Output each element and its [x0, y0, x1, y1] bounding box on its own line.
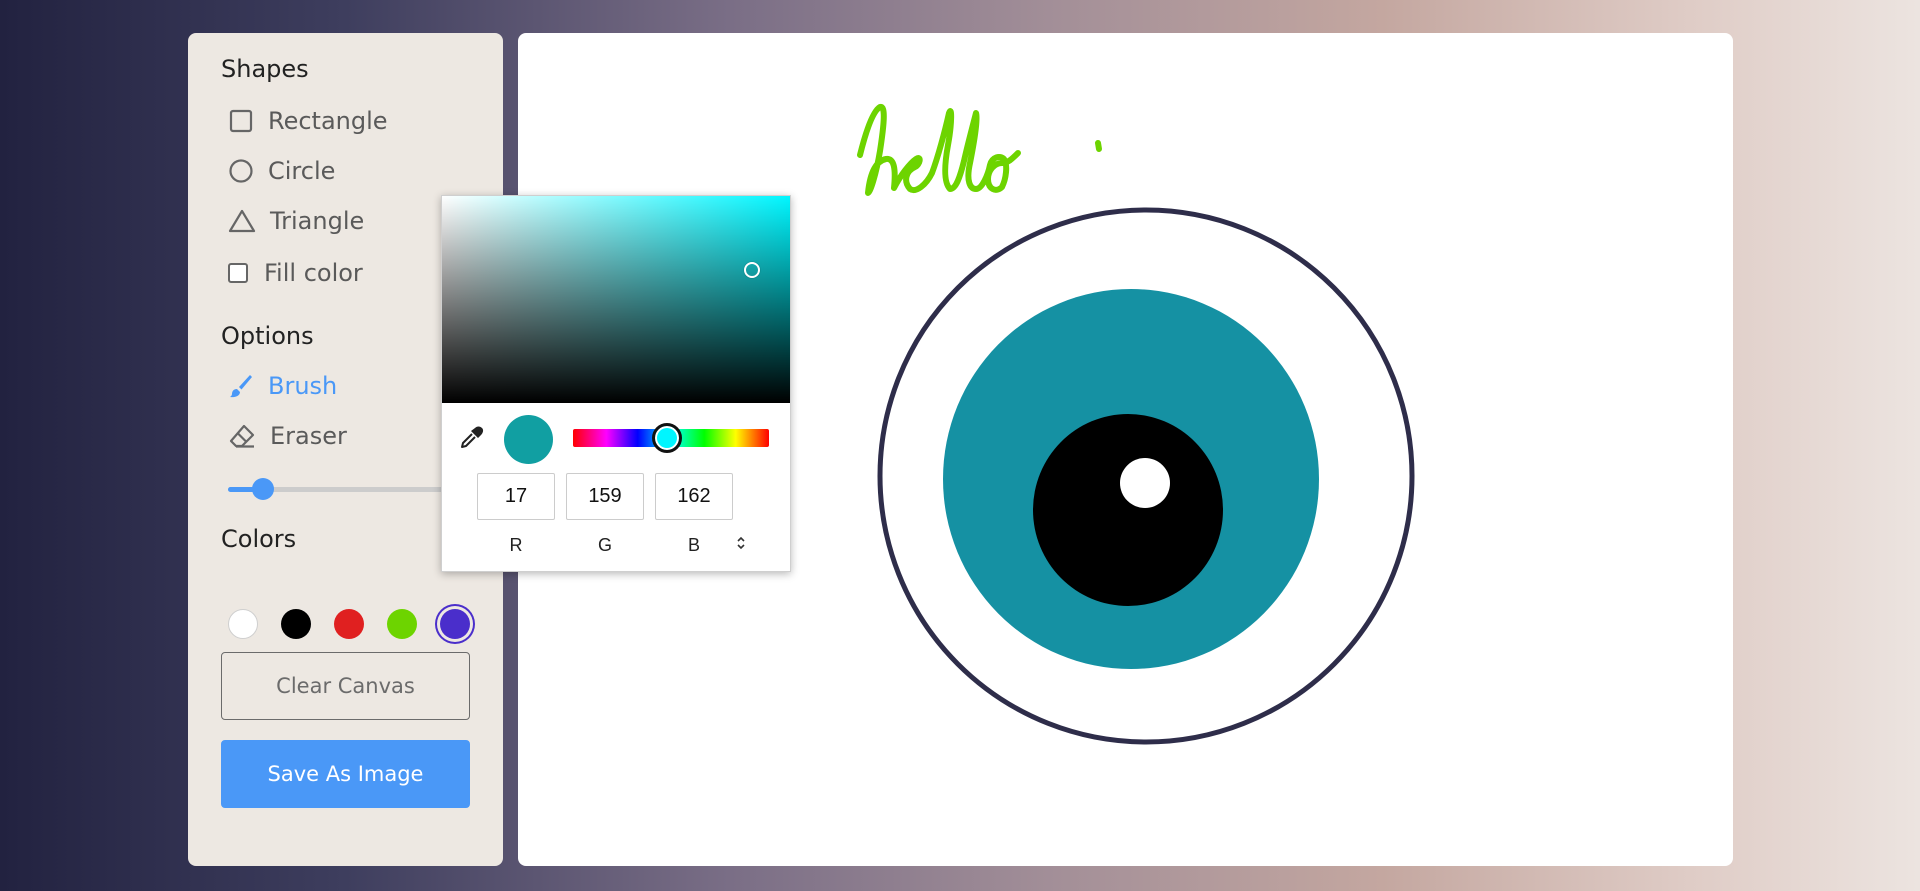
- triangle-label: Triangle: [270, 207, 365, 235]
- saturation-value-area[interactable]: [442, 196, 790, 403]
- eyedropper-icon[interactable]: [458, 425, 484, 455]
- color-swatch-black[interactable]: [281, 609, 311, 639]
- fill-color-option[interactable]: Fill color: [228, 259, 363, 287]
- save-image-button[interactable]: Save As Image: [221, 740, 470, 808]
- triangle-option[interactable]: Triangle: [228, 207, 364, 235]
- hue-slider[interactable]: [573, 423, 769, 453]
- color-swatches: [228, 609, 470, 639]
- circle-outline-icon: [229, 159, 253, 183]
- green-input[interactable]: [566, 473, 644, 520]
- eraser-option[interactable]: Eraser: [228, 422, 347, 450]
- brush-icon: [230, 375, 252, 398]
- fill-color-label: Fill color: [264, 259, 363, 287]
- color-swatch-custom[interactable]: [440, 609, 470, 639]
- red-input[interactable]: [477, 473, 555, 520]
- fill-color-checkbox[interactable]: [228, 263, 248, 283]
- shapes-title: Shapes: [221, 55, 309, 83]
- brush-size-thumb[interactable]: [252, 478, 274, 500]
- color-swatch-white[interactable]: [228, 609, 258, 639]
- handwriting-hello: [857, 104, 1102, 196]
- color-swatch-red[interactable]: [334, 609, 364, 639]
- clear-canvas-button[interactable]: Clear Canvas: [221, 652, 470, 720]
- options-title: Options: [221, 322, 314, 350]
- blue-input[interactable]: [655, 473, 733, 520]
- saturation-value-cursor[interactable]: [744, 262, 760, 278]
- colors-title: Colors: [221, 525, 297, 553]
- eye-highlight: [1120, 458, 1170, 508]
- current-color-preview: [504, 415, 553, 464]
- green-label: G: [597, 535, 612, 555]
- circle-option[interactable]: Circle: [228, 157, 335, 185]
- triangle-outline-icon: [228, 209, 256, 233]
- rectangle-label: Rectangle: [268, 107, 388, 135]
- blue-label: B: [687, 535, 700, 555]
- eraser-icon: [229, 424, 255, 448]
- square-outline-icon: [229, 109, 253, 133]
- circle-label: Circle: [268, 157, 336, 185]
- brush-label: Brush: [268, 372, 338, 400]
- color-swatch-green[interactable]: [387, 609, 417, 639]
- rectangle-option[interactable]: Rectangle: [228, 107, 388, 135]
- eye-pupil: [1033, 414, 1223, 606]
- color-picker-popup: R G B: [441, 195, 791, 572]
- brush-option[interactable]: Brush: [228, 372, 337, 400]
- hue-slider-thumb[interactable]: [652, 423, 682, 453]
- color-mode-toggle-icon[interactable]: [736, 535, 746, 555]
- eraser-label: Eraser: [270, 422, 347, 450]
- red-label: R: [509, 535, 523, 555]
